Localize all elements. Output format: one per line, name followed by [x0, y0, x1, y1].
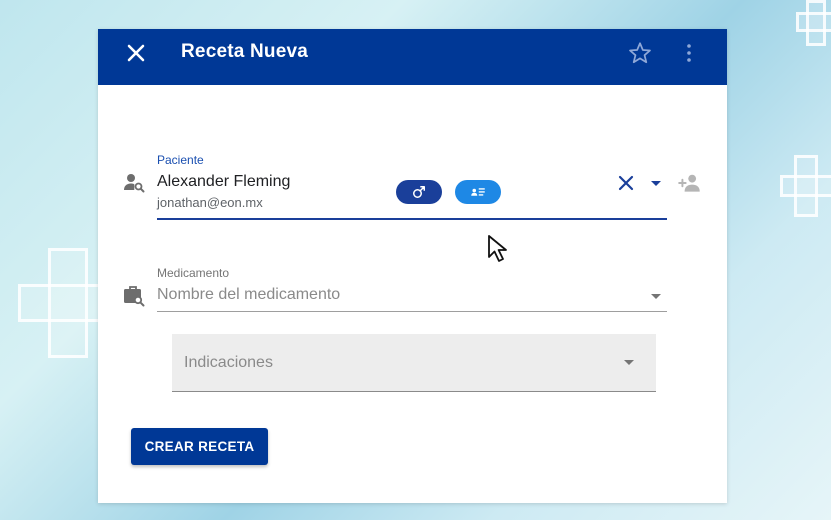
indications-placeholder: Indicaciones	[184, 354, 273, 371]
id-card-icon	[471, 188, 485, 196]
gender-chip[interactable]	[396, 180, 442, 204]
medication-underline	[157, 311, 667, 312]
app-bar: Receta Nueva	[98, 29, 727, 85]
patient-label: Paciente	[157, 153, 204, 167]
medication-dropdown-icon[interactable]	[644, 284, 668, 308]
more-vert-icon[interactable]	[683, 41, 695, 65]
star-icon[interactable]	[627, 40, 653, 66]
background-cross	[796, 0, 831, 46]
indications-dropdown-icon	[624, 360, 634, 365]
create-prescription-button[interactable]: CREAR RECETA	[131, 428, 268, 465]
medication-search-icon	[124, 286, 145, 307]
clear-icon[interactable]	[614, 171, 638, 195]
id-card-chip[interactable]	[455, 180, 501, 204]
male-icon	[413, 186, 425, 198]
mouse-cursor-icon	[488, 235, 507, 262]
page-title: Receta Nueva	[181, 41, 309, 62]
medication-label: Medicamento	[157, 266, 230, 280]
close-icon[interactable]	[122, 39, 150, 67]
patient-email: jonathan@eon.mx	[157, 195, 263, 210]
patient-name[interactable]: Alexander Fleming	[157, 173, 290, 191]
patient-underline	[157, 218, 667, 220]
person-search-icon	[124, 174, 145, 193]
medication-input[interactable]: Nombre del medicamento	[157, 286, 340, 304]
background-cross	[780, 155, 831, 217]
add-person-icon[interactable]	[677, 170, 703, 196]
indications-select[interactable]: Indicaciones	[172, 334, 656, 392]
dropdown-arrow-icon[interactable]	[644, 171, 668, 195]
prescription-dialog: Receta Nueva Paciente Alexander Fleming …	[98, 29, 727, 503]
